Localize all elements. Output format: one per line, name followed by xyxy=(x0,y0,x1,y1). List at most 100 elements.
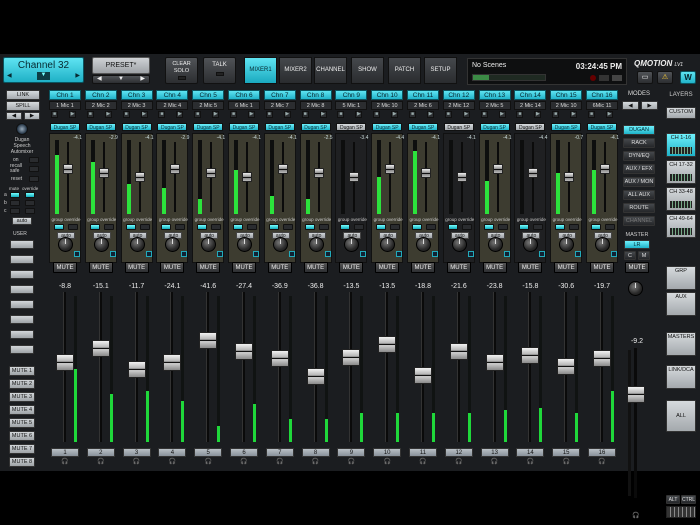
link-icon[interactable]: ▶ xyxy=(498,111,506,118)
override-button[interactable] xyxy=(533,224,544,230)
pan-knob[interactable] xyxy=(416,237,431,252)
pan-knob[interactable] xyxy=(308,237,324,252)
channel-number-button[interactable]: 11 xyxy=(409,448,437,457)
group-button[interactable] xyxy=(447,224,458,230)
lock-icon[interactable]: ■ xyxy=(337,111,345,118)
channel-number-button[interactable]: 6 xyxy=(230,448,258,457)
layer-ch-49-64[interactable]: CH 49-64 xyxy=(666,214,696,238)
solo-icon[interactable] xyxy=(253,251,259,257)
user-button-1[interactable] xyxy=(10,240,34,249)
channel-number-button[interactable]: 13 xyxy=(480,448,509,457)
fader-cap[interactable] xyxy=(414,366,432,384)
fader-cap[interactable] xyxy=(56,354,74,371)
channel-source[interactable]: 1 Mic 1 xyxy=(49,101,81,110)
layer-all[interactable]: ALL xyxy=(666,400,696,432)
alt-button[interactable]: ALT xyxy=(666,495,680,504)
link-icon[interactable]: ▶ xyxy=(176,111,184,118)
link-icon[interactable]: ▶ xyxy=(606,111,613,118)
dugan-weight-knob[interactable] xyxy=(528,168,539,178)
link-icon[interactable]: ▶ xyxy=(248,111,255,118)
dugan-sp-button[interactable]: Dugan SP xyxy=(229,123,259,131)
lock-icon[interactable]: ■ xyxy=(409,111,416,118)
channel-name-button[interactable]: Chn 5 xyxy=(192,90,225,100)
dugan-sp-button[interactable]: Dugan SP xyxy=(50,123,80,131)
solo-icon[interactable] xyxy=(467,251,474,257)
pan-knob[interactable] xyxy=(451,237,467,252)
solo-icon[interactable] xyxy=(611,251,617,257)
fader-cap[interactable] xyxy=(306,368,325,386)
group-button[interactable] xyxy=(54,224,64,230)
channel-number-button[interactable]: 7 xyxy=(265,448,294,457)
pan-knob[interactable] xyxy=(272,237,288,252)
group-button[interactable] xyxy=(233,224,243,230)
lock-icon[interactable]: ■ xyxy=(301,111,309,118)
dugan-sp-button[interactable]: Dugan SP xyxy=(372,123,403,131)
channel-source[interactable]: 6Mic 11 xyxy=(586,101,618,110)
user-button-8[interactable] xyxy=(10,345,34,354)
mode-rack[interactable]: RACK xyxy=(623,138,655,148)
channel-source[interactable]: 6 Mic 1 xyxy=(228,101,260,110)
mode-route[interactable]: ROUTE xyxy=(623,203,655,213)
override-button[interactable] xyxy=(569,224,580,230)
channel-source[interactable]: 2 Mic 6 xyxy=(407,101,439,110)
dugan-weight-knob[interactable] xyxy=(242,172,252,182)
dugan-weight-knob[interactable] xyxy=(313,168,324,178)
channel-name-button[interactable]: Chn 4 xyxy=(156,90,189,100)
channel-number-button[interactable]: 12 xyxy=(444,448,473,457)
layer-ch-33-48[interactable]: CH 33-48 xyxy=(666,187,696,211)
fader-cap[interactable] xyxy=(557,357,576,375)
channel-name-button[interactable]: Chn 1 xyxy=(49,90,81,100)
channel-name-button[interactable]: Chn 10 xyxy=(371,90,404,100)
channel-number-button[interactable]: 8 xyxy=(301,448,330,457)
override-button[interactable] xyxy=(247,224,257,230)
dugan-weight-knob[interactable] xyxy=(170,164,181,174)
pan-knob[interactable] xyxy=(58,237,73,252)
headphone-icon[interactable]: 🎧 xyxy=(382,459,392,466)
mute-group-5[interactable]: MUTE 5 xyxy=(9,418,35,428)
group-button[interactable] xyxy=(376,224,387,230)
ctrl-button[interactable]: CTRL xyxy=(681,495,696,504)
window-icon-button[interactable]: ▭ xyxy=(637,71,653,84)
layer-custom[interactable]: CUSTOM xyxy=(666,107,696,119)
headphone-icon[interactable]: 🎧 xyxy=(490,459,500,466)
solo-icon[interactable] xyxy=(575,251,582,257)
lock-icon[interactable]: ■ xyxy=(122,111,130,118)
channel-number-button[interactable]: 10 xyxy=(373,448,402,457)
headphone-icon[interactable]: 🎧 xyxy=(132,459,142,466)
channel-name-button[interactable]: Chn 7 xyxy=(263,90,296,100)
master-c-button[interactable]: C xyxy=(624,251,636,260)
master-m-button[interactable]: M xyxy=(638,251,650,260)
lock-icon[interactable]: ■ xyxy=(51,111,58,118)
channel-source[interactable]: 2 Mic 8 xyxy=(299,101,332,110)
user-button-2[interactable] xyxy=(10,255,34,264)
headphone-icon[interactable]: 🎧 xyxy=(346,459,356,466)
dugan-sp-button[interactable]: Dugan SP xyxy=(85,123,116,131)
override-button[interactable] xyxy=(497,224,508,230)
lock-icon[interactable]: ■ xyxy=(86,111,94,118)
channel-number-button[interactable]: 4 xyxy=(158,448,187,457)
layer-link-dca[interactable]: LINK/DCA xyxy=(666,365,696,389)
prev-arrow-icon[interactable]: ◀ xyxy=(7,72,12,80)
channel-name-button[interactable]: Chn 12 xyxy=(442,90,475,100)
solo-icon[interactable] xyxy=(432,251,438,257)
channel-source[interactable]: 2 Mic 10 xyxy=(550,101,583,110)
mode-aux-efx[interactable]: AUX / EFX xyxy=(623,164,655,174)
solo-icon[interactable] xyxy=(360,251,367,257)
channel-number-button[interactable]: 3 xyxy=(122,448,151,457)
channel-number-button[interactable]: 5 xyxy=(194,448,223,457)
user-button-3[interactable] xyxy=(10,270,34,279)
dugan-weight-knob[interactable] xyxy=(421,168,431,178)
lock-icon[interactable]: ■ xyxy=(552,111,560,118)
solo-icon[interactable] xyxy=(181,251,188,257)
pan-knob[interactable] xyxy=(487,237,503,252)
channel-name-button[interactable]: Chn 14 xyxy=(514,90,547,100)
override-button[interactable] xyxy=(211,224,222,230)
fader-cap[interactable] xyxy=(235,343,253,361)
modes-right-arrow-icon[interactable]: ▶ xyxy=(641,101,658,110)
channel-source[interactable]: 2 Mic 7 xyxy=(263,101,296,110)
channel-name-button[interactable]: Chn 8 xyxy=(299,90,332,100)
group-a-override[interactable] xyxy=(25,192,35,198)
headphone-icon[interactable]: 🎧 xyxy=(418,459,428,466)
solo-icon[interactable] xyxy=(145,251,152,257)
dugan-sp-button[interactable]: Dugan SP xyxy=(336,123,367,131)
